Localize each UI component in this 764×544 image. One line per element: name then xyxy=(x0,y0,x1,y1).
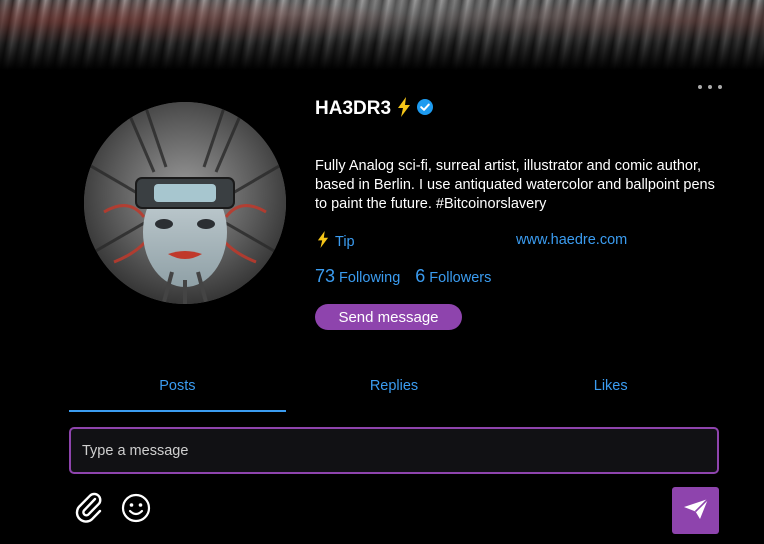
avatar-artwork xyxy=(84,102,286,304)
profile-tabs: Posts Replies Likes xyxy=(69,372,719,412)
profile-name-row: HA3DR3 xyxy=(315,96,434,122)
send-button[interactable] xyxy=(672,487,719,534)
send-message-button[interactable]: Send message xyxy=(315,304,462,330)
paperclip-icon[interactable] xyxy=(74,491,104,523)
avatar xyxy=(84,102,286,304)
message-input[interactable] xyxy=(69,427,719,474)
tip-button[interactable]: Tip xyxy=(316,231,355,253)
profile-bio: Fully Analog sci-fi, surreal artist, ill… xyxy=(315,158,715,212)
profile-name: HA3DR3 xyxy=(315,98,392,119)
following-label: Following xyxy=(339,270,401,286)
paper-plane-icon xyxy=(683,498,709,523)
followers-link[interactable]: 6 Followers xyxy=(415,266,491,287)
smiley-icon[interactable] xyxy=(120,492,152,524)
tip-label: Tip xyxy=(335,234,355,250)
tab-replies[interactable]: Replies xyxy=(286,372,503,412)
tab-likes[interactable]: Likes xyxy=(502,372,719,412)
lightning-icon xyxy=(397,96,411,122)
more-options-icon[interactable] xyxy=(698,80,722,94)
profile-banner xyxy=(0,0,764,70)
followers-count: 6 xyxy=(415,266,426,286)
website-link[interactable]: www.haedre.com xyxy=(516,232,627,248)
lightning-icon xyxy=(316,231,330,253)
following-link[interactable]: 73 Following xyxy=(315,266,400,287)
following-count: 73 xyxy=(315,266,336,286)
tab-posts[interactable]: Posts xyxy=(69,372,286,412)
verified-badge-icon xyxy=(417,98,434,120)
follow-stats: 73 Following 6 Followers xyxy=(315,266,491,287)
followers-label: Followers xyxy=(429,270,492,286)
